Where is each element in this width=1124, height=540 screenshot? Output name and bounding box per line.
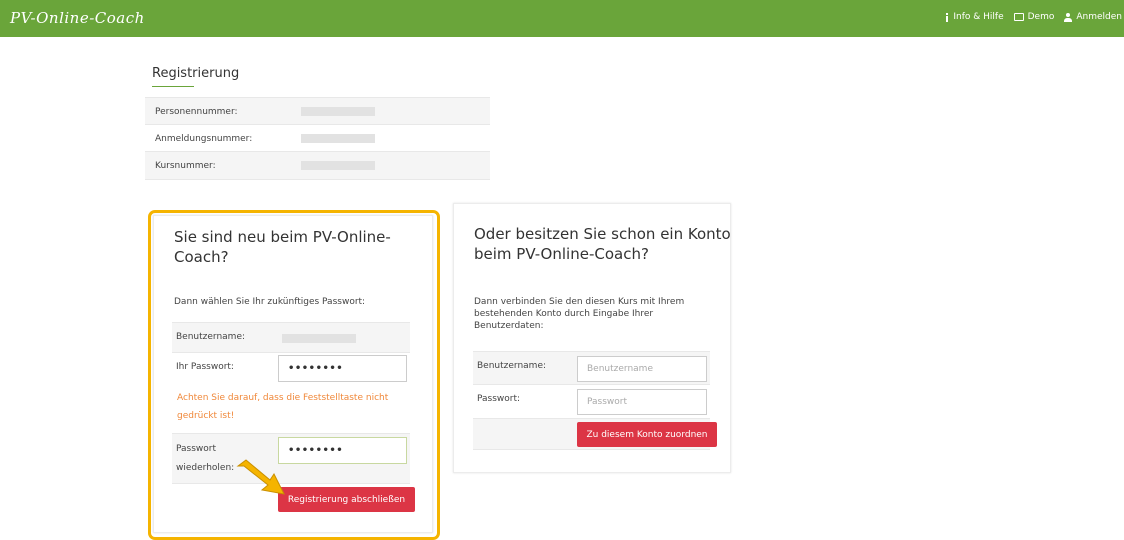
masked-value — [301, 161, 375, 170]
existing-user-intro-line2: bestehenden Konto durch Eingabe Ihrer — [474, 309, 654, 319]
info-row-course-number: Kursnummer: — [145, 151, 490, 180]
masked-value — [301, 107, 375, 116]
info-row-registration-number: Anmeldungsnummer: — [145, 124, 490, 152]
nav-demo-label: Demo — [1027, 12, 1055, 22]
password-label: Ihr Passwort: — [176, 362, 234, 372]
existing-user-title: Oder besitzen Sie schon ein Konto beim P… — [474, 224, 731, 264]
repeat-password-label-line1: Passwort — [176, 444, 217, 454]
pointer-arrow-icon — [236, 459, 285, 495]
title-underline — [152, 86, 194, 87]
masked-username — [282, 334, 356, 343]
complete-registration-button[interactable]: Registrierung abschließen — [278, 487, 415, 512]
info-label: Kursnummer: — [155, 160, 216, 171]
nav-login-label: Anmelden — [1076, 12, 1122, 22]
existing-username-input[interactable]: Benutzername — [577, 356, 707, 382]
capslock-warning: Achten Sie darauf, dass die Feststelltas… — [177, 393, 389, 421]
existing-user-title-line1: Oder besitzen Sie schon ein Konto — [474, 225, 731, 243]
repeat-password-label: Passwort wiederholen: — [176, 440, 234, 478]
nav-login[interactable]: Anmelden — [1064, 12, 1122, 22]
existing-username-label: Benutzername: — [477, 361, 547, 371]
nav-info-help-label: Info & Hilfe — [953, 12, 1004, 22]
new-user-title: Sie sind neu beim PV-Online- Coach? — [174, 227, 391, 267]
repeat-password-label-line2: wiederholen: — [176, 463, 235, 473]
new-username-row: Benutzername: — [172, 322, 410, 352]
info-label: Anmeldungsnummer: — [155, 133, 253, 144]
nav-demo[interactable]: Demo — [1013, 12, 1055, 22]
existing-user-title-line2: beim PV-Online-Coach? — [474, 245, 649, 263]
repeat-password-input[interactable]: •••••••• — [278, 437, 407, 464]
username-label: Benutzername: — [176, 332, 246, 342]
brand-logo[interactable]: PV-Online-Coach — [10, 9, 145, 27]
password-input[interactable]: •••••••• — [278, 355, 407, 382]
existing-user-intro-line1: Dann verbinden Sie den diesen Kurs mit I… — [474, 297, 685, 307]
assign-account-button[interactable]: Zu diesem Konto zuordnen — [577, 422, 717, 447]
nav-info-help[interactable]: Info & Hilfe — [945, 12, 1004, 22]
top-nav: Info & Hilfe Demo Anmelden — [945, 12, 1122, 22]
info-label: Personennummer: — [155, 106, 238, 117]
masked-value — [301, 134, 375, 143]
existing-password-label: Passwort: — [477, 394, 521, 404]
monitor-icon — [1013, 13, 1024, 21]
info-icon — [945, 12, 949, 22]
new-user-title-line2: Coach? — [174, 248, 229, 266]
existing-password-input[interactable]: Passwort — [577, 389, 707, 415]
top-navbar: PV-Online-Coach Info & Hilfe Demo Anmeld… — [0, 0, 1124, 37]
existing-user-intro: Dann verbinden Sie den diesen Kurs mit I… — [474, 296, 684, 332]
user-icon — [1064, 12, 1073, 22]
new-user-title-line1: Sie sind neu beim PV-Online- — [174, 228, 391, 246]
page-title: Registrierung — [152, 66, 240, 81]
existing-user-intro-line3: Benutzerdaten: — [474, 321, 544, 331]
new-user-intro: Dann wählen Sie Ihr zukünftiges Passwort… — [174, 297, 366, 307]
info-row-person-number: Personennummer: — [145, 97, 490, 125]
